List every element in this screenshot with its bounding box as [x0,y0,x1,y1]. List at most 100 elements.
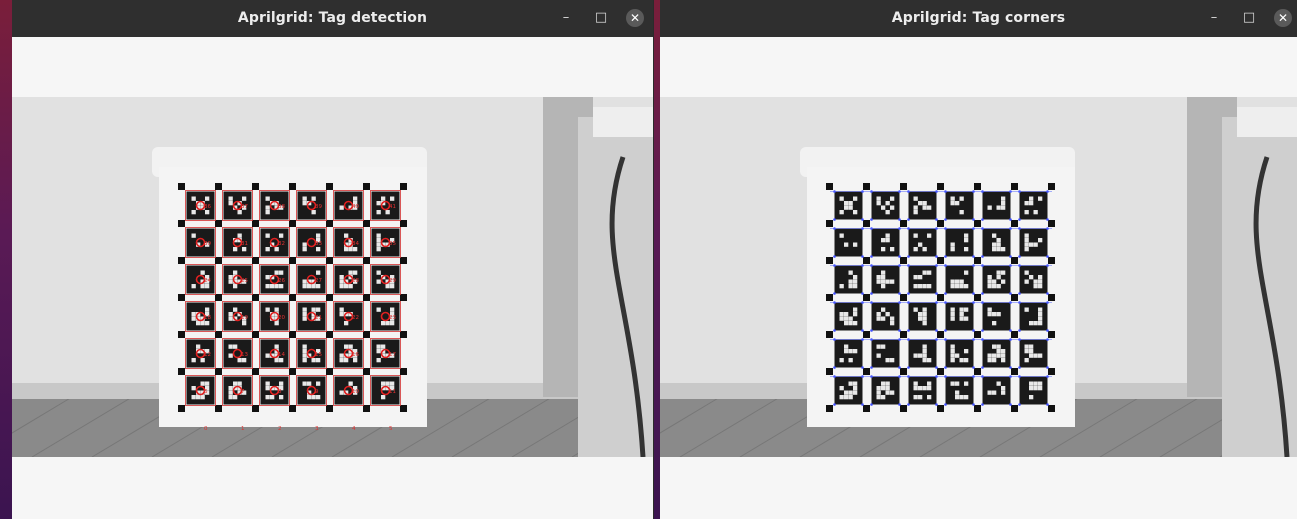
tag-bit [922,307,927,312]
camera-frame [660,97,1297,457]
tag-bit [853,312,858,317]
tag-bit [205,307,210,312]
tag-bit [228,201,233,206]
tag-bit [1033,284,1038,289]
tag-bit [1001,205,1006,210]
corner-square [900,220,907,227]
corner-dot [833,329,836,332]
tag-bit [1001,247,1006,252]
tag-bit [348,270,353,275]
tag-bit [964,270,969,275]
tag-bit [955,284,960,289]
tag-bit [959,196,964,201]
tag-bit [311,358,316,363]
tag-bit [339,205,344,210]
tag-bit [918,312,923,317]
tag-bit [881,279,886,284]
corner-square [215,405,222,412]
tag-bit [959,312,964,317]
tag-bit [881,344,886,349]
corner-square [1048,183,1055,190]
tag-bit [265,275,270,280]
tag-bit [1001,349,1006,354]
corner-square [826,183,833,190]
maximize-button[interactable]: □ [1240,9,1258,27]
tag-bit [228,395,233,400]
corner-square [252,183,259,190]
tag-bit [881,270,886,275]
tag-bit [913,196,918,201]
corner-square [1048,368,1055,375]
corner-square [178,257,185,264]
tag-bit [964,395,969,400]
minimize-button[interactable]: – [1205,9,1223,27]
tag-bit [922,270,927,275]
corner-square [363,183,370,190]
tag-bit [385,381,390,386]
tag-bit [996,312,1001,317]
tag-corners-window: Aprilgrid: Tag corners – □ ✕ [660,0,1297,519]
title-bar[interactable]: Aprilgrid: Tag detection – □ ✕ [12,0,653,37]
tag-bit [964,316,969,321]
tag-bit [279,233,284,238]
tag-bit [196,344,201,349]
tag-bit [228,316,233,321]
corner-dot [1046,329,1049,332]
tag-bit [270,395,275,400]
tag-bit [1038,386,1043,391]
corner-dot [907,329,910,332]
corner-dot [944,329,947,332]
tag-square [945,228,974,257]
tag-id-label: 1 [241,426,245,432]
tag-bit [302,312,307,317]
tag-bit [881,205,886,210]
corner-square [215,257,222,264]
tag-bit [853,390,858,395]
tag-bit [987,205,992,210]
tag-bit [348,381,353,386]
corner-dot [898,218,901,221]
corner-square [937,294,944,301]
tag-bit [390,284,395,289]
tag-bit [890,205,895,210]
tag-bit [381,381,386,386]
tag-bit [1024,210,1029,215]
tag-bit [950,279,955,284]
tag-bit [390,381,395,386]
tag-square [982,376,1011,405]
title-bar[interactable]: Aprilgrid: Tag corners – □ ✕ [660,0,1297,37]
maximize-button[interactable]: □ [592,9,610,27]
corner-square [215,368,222,375]
close-button[interactable]: ✕ [1274,9,1292,27]
tag-id-label: 32 [278,241,285,247]
corner-square [178,294,185,301]
tag-id-label: 13 [241,352,248,358]
tag-bit [1001,201,1006,206]
tag-bit [876,312,881,317]
tag-bit [839,284,844,289]
tag-bit [987,279,992,284]
tag-bit [233,307,238,312]
tag-bit [242,321,247,326]
corner-square [363,331,370,338]
tag-bit [922,321,927,326]
tag-bit [996,247,1001,252]
tag-bit [265,395,270,400]
corner-square [937,220,944,227]
tag-bit [302,242,307,247]
tag-bit [992,390,997,395]
close-button[interactable]: ✕ [626,9,644,27]
tag-bit [996,349,1001,354]
minimize-button[interactable]: – [557,9,575,27]
tag-bit [876,344,881,349]
tag-bit [1038,279,1043,284]
tag-bit [233,395,238,400]
tag-bit [876,353,881,358]
tag-bit [302,307,307,312]
tag-bit [1001,353,1006,358]
tag-bit [844,316,849,321]
tag-id-label: 12 [204,352,211,358]
corner-square [363,220,370,227]
tag-bit [853,307,858,312]
appliance [578,117,653,457]
